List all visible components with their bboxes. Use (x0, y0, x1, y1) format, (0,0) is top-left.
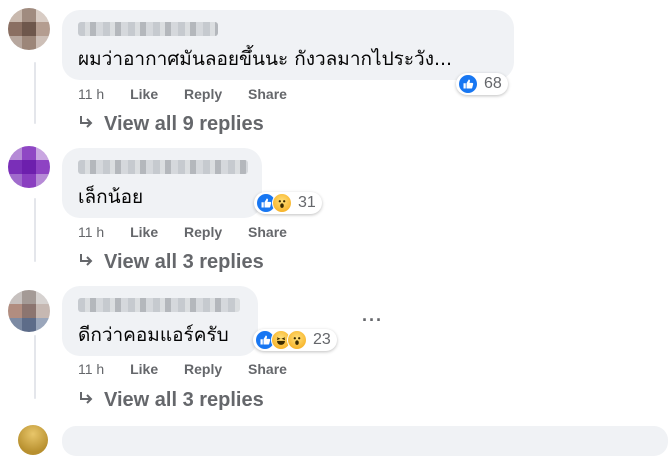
like-button[interactable]: Like (130, 361, 158, 377)
view-replies-link[interactable]: View all 3 replies (78, 251, 264, 274)
reply-button[interactable]: Reply (184, 86, 222, 102)
view-replies-label: View all 3 replies (104, 251, 264, 273)
thread-line (34, 198, 36, 262)
comment-actions: 11 h Like Reply Share (78, 224, 309, 240)
timestamp[interactable]: 11 h (78, 86, 104, 102)
reply-arrow-icon (78, 113, 94, 136)
share-button[interactable]: Share (248, 86, 287, 102)
comment-text: ดีกว่าคอมแอร์ครับ (78, 324, 229, 346)
reply-button[interactable]: Reply (184, 361, 222, 377)
avatar[interactable] (8, 146, 50, 188)
comment-actions: 11 h Like Reply Share (78, 86, 309, 102)
comment-text: เล็กน้อย (78, 186, 144, 208)
timestamp[interactable]: 11 h (78, 361, 104, 377)
reaction-summary[interactable]: 31 (254, 192, 322, 214)
reaction-count: 68 (484, 75, 502, 92)
comment-text: ผมว่าอากาศมันลอยขึ้นนะ กังวลมากไประวัง..… (78, 48, 453, 70)
view-replies-label: View all 3 replies (104, 389, 264, 411)
reply-arrow-icon (78, 389, 94, 412)
wow-icon (272, 193, 292, 213)
like-button[interactable]: Like (130, 86, 158, 102)
commenter-name[interactable] (78, 298, 240, 312)
comment-bubble: เล็กน้อย (62, 148, 262, 218)
reply-button[interactable]: Reply (184, 224, 222, 240)
avatar[interactable] (8, 290, 50, 332)
share-button[interactable]: Share (248, 361, 287, 377)
reply-arrow-icon (78, 251, 94, 274)
share-button[interactable]: Share (248, 224, 287, 240)
view-replies-link[interactable]: View all 9 replies (78, 113, 264, 136)
more-options-icon[interactable]: ··· (362, 310, 383, 331)
reaction-count: 31 (298, 194, 316, 211)
thread-line (34, 335, 36, 399)
reaction-summary[interactable]: 23 (253, 329, 337, 351)
like-icon (458, 74, 478, 94)
reaction-count: 23 (313, 331, 331, 348)
comment-actions: 11 h Like Reply Share (78, 361, 309, 377)
commenter-name[interactable] (78, 22, 218, 36)
reaction-summary[interactable]: 68 (456, 73, 508, 95)
avatar[interactable] (18, 425, 48, 455)
commenter-name[interactable] (78, 160, 248, 174)
wow-icon (287, 330, 307, 350)
comment-bubble (62, 426, 668, 456)
thread-line (34, 62, 36, 124)
like-button[interactable]: Like (130, 224, 158, 240)
view-replies-label: View all 9 replies (104, 113, 264, 135)
avatar[interactable] (8, 8, 50, 50)
comment-bubble: ผมว่าอากาศมันลอยขึ้นนะ กังวลมากไประวัง..… (62, 10, 514, 80)
view-replies-link[interactable]: View all 3 replies (78, 389, 264, 412)
comment-bubble: ดีกว่าคอมแอร์ครับ (62, 286, 258, 356)
timestamp[interactable]: 11 h (78, 224, 104, 240)
